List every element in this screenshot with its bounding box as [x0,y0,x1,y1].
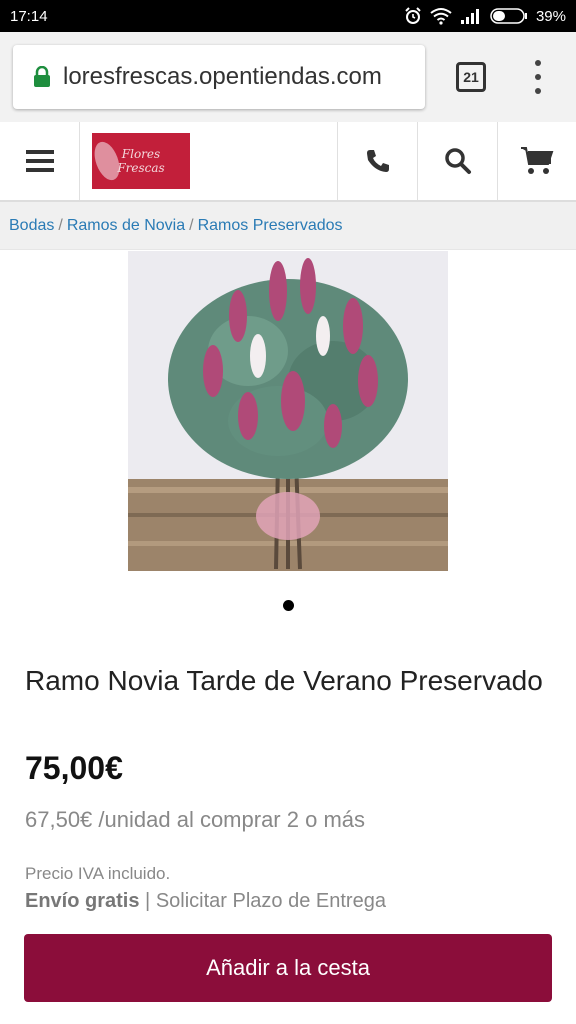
search-icon [444,148,471,174]
site-logo: Flores Frescas [92,133,190,189]
cart-button[interactable] [498,122,576,200]
battery-level: 39% [535,7,566,25]
bulk-text: /unidad al comprar 2 o más [98,807,365,832]
breadcrumb-separator: / [189,216,194,234]
add-to-cart-button[interactable]: Añadir a la cesta [24,934,552,1002]
shipping-info: Envío gratis | Solicitar Plazo de Entreg… [25,890,386,913]
lock-icon [34,66,50,87]
breadcrumb-ramos-de-novia[interactable]: Ramos de Novia [67,217,185,235]
site-header: Flores Frescas [0,122,576,202]
cart-icon [521,147,554,174]
bulk-price: 67,50€ [25,807,93,832]
breadcrumb-separator: / [58,216,63,234]
phone-button[interactable] [338,122,418,200]
product-title: Ramo Novia Tarde de Verano Preservado [25,665,543,696]
breadcrumb: Bodas / Ramos de Novia / Ramos Preservad… [0,202,576,250]
browser-menu-button[interactable] [530,60,546,94]
tab-switcher-button[interactable]: 21 [456,62,486,92]
product-price: 75,00€ [25,750,123,786]
bulk-price-note: 67,50€ /unidad al comprar 2 o más [25,807,365,833]
status-icons: 39% [404,7,566,25]
menu-icon [25,150,54,172]
breadcrumb-bodas[interactable]: Bodas [9,217,54,235]
more-dot-icon [535,88,541,94]
shipping-separator: | [145,890,151,912]
status-time: 17:14 [10,7,48,25]
delivery-request-link[interactable]: Solicitar Plazo de Entrega [156,890,386,912]
status-bar: 17:14 39% [0,0,576,32]
phone-icon [366,150,389,172]
url-text: loresfrescas.opentiendas.com [63,63,382,90]
logo-text-line1: Flores [121,147,161,161]
address-bar[interactable]: loresfrescas.opentiendas.com [13,45,425,109]
product-image[interactable] [128,251,448,571]
carousel-indicator[interactable] [283,600,294,611]
tax-note: Precio IVA incluido. [25,864,171,883]
browser-toolbar: loresfrescas.opentiendas.com 21 [0,32,576,122]
breadcrumb-ramos-preservados[interactable]: Ramos Preservados [198,217,343,235]
more-dot-icon [535,60,541,66]
more-dot-icon [535,74,541,80]
wifi-icon [430,8,452,25]
menu-button[interactable] [0,122,80,200]
battery-icon [490,8,527,24]
signal-icon [460,9,479,24]
search-button[interactable] [418,122,498,200]
logo-text-line2: Frescas [117,161,165,175]
alarm-icon [405,7,421,24]
free-shipping-label: Envío gratis [25,890,140,912]
logo-link[interactable]: Flores Frescas [80,122,338,200]
